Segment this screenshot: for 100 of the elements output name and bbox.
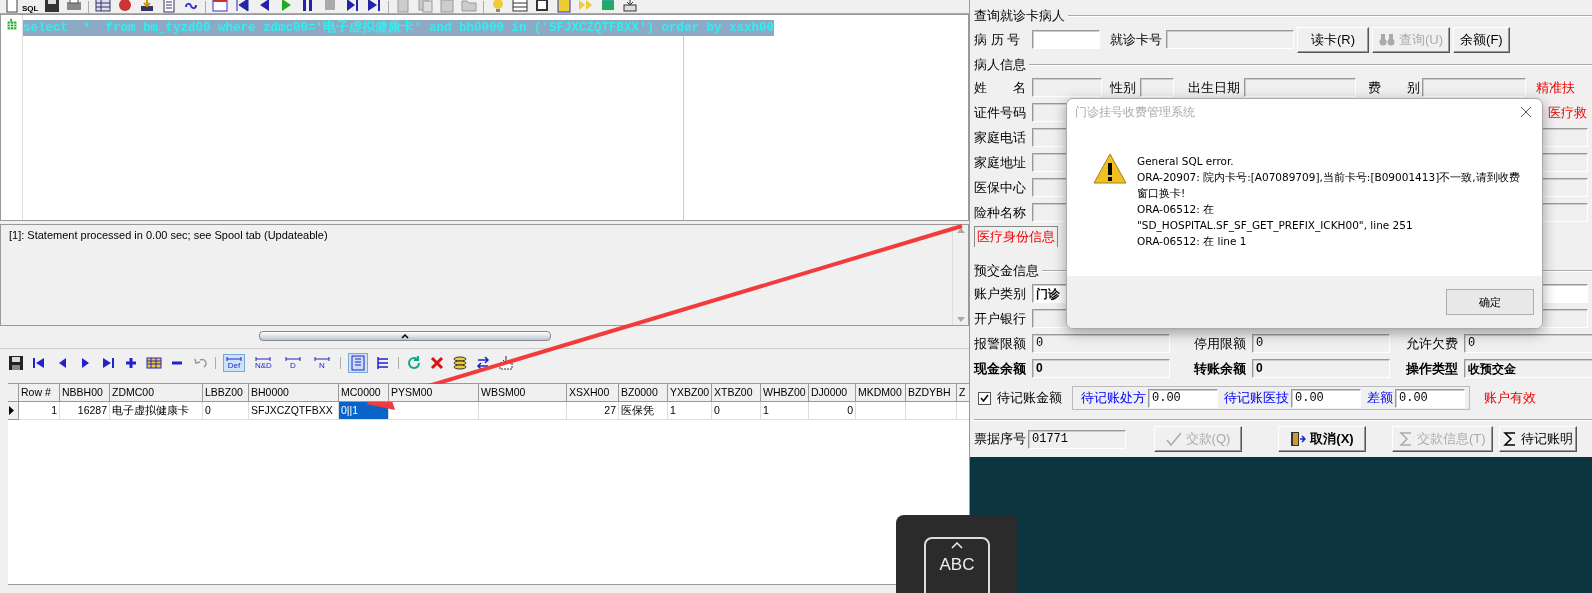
text-field[interactable] (1032, 78, 1102, 97)
ok-button[interactable]: 确定 (1446, 289, 1534, 315)
swap-icon[interactable] (474, 355, 491, 371)
last-icon[interactable] (366, 0, 383, 13)
filter-button[interactable]: Def (223, 354, 245, 372)
grid-icon[interactable] (146, 355, 162, 371)
column-header[interactable]: BZ0000 (619, 384, 668, 402)
splitter-handle[interactable] (258, 331, 551, 341)
action-button[interactable]: 待记账明 (1498, 426, 1577, 452)
text-field[interactable]: 0 (1252, 359, 1390, 378)
text-field[interactable]: 0 (1464, 334, 1592, 353)
text-field[interactable] (1422, 78, 1526, 97)
check-icon (1165, 432, 1182, 446)
grid-icon[interactable] (95, 0, 112, 13)
text-field[interactable] (1140, 78, 1174, 97)
field-label: 家庭地址 (974, 153, 1027, 172)
table-cell[interactable] (906, 402, 957, 420)
column-header[interactable]: XTBZ00 (712, 384, 761, 402)
column-header[interactable]: NBBH00 (60, 384, 110, 402)
print-icon[interactable] (66, 0, 83, 13)
text-field[interactable]: 01771 (1028, 429, 1126, 449)
tab[interactable]: 医疗身份信息 (974, 225, 1058, 247)
column-header[interactable]: YXBZ00 (668, 384, 712, 402)
column-header[interactable]: PYSM00 (389, 384, 479, 402)
last-icon[interactable] (100, 355, 116, 371)
action-button[interactable]: 余额(F) (1453, 26, 1510, 53)
current-row-icon (8, 406, 14, 415)
error-icon[interactable] (117, 0, 134, 13)
text-field[interactable]: 0 (1032, 334, 1170, 353)
column-header[interactable]: Row # (19, 384, 60, 402)
columns-icon[interactable] (349, 355, 366, 371)
table-cell[interactable]: 16287 (60, 402, 110, 420)
filter-button[interactable]: N (310, 354, 333, 372)
text-field[interactable]: 0 (1252, 334, 1390, 353)
column-header[interactable]: DJ0000 (809, 384, 856, 402)
checkbox[interactable] (978, 391, 991, 405)
table-cell[interactable]: 1 (19, 402, 60, 420)
error-message-line: ORA-06512: 在 line 1 (1137, 234, 1247, 249)
delete-icon[interactable] (428, 355, 445, 371)
table-icon[interactable] (512, 0, 529, 13)
error-message-line: ORA-20907: 院内卡号:[A07089709],当前卡号:[B09001413]不一致,请到收费 (1137, 170, 1520, 185)
row-indicator[interactable] (8, 402, 19, 420)
column-header[interactable]: MKDM00 (856, 384, 906, 402)
table-cell[interactable]: 1 (668, 402, 712, 420)
table-cell[interactable]: 0 (712, 402, 761, 420)
filter-button[interactable]: D (281, 354, 304, 372)
field-label: 病 历 号 (974, 30, 1022, 49)
first-icon[interactable] (234, 0, 251, 13)
field-label: 操作类型 (1406, 359, 1459, 378)
refresh-icon[interactable] (405, 355, 422, 371)
field-label: 报警限额 (974, 334, 1027, 353)
action-button[interactable]: 取消(X) (1278, 426, 1366, 452)
column-header[interactable]: BH0000 (249, 384, 339, 402)
action-button[interactable]: 读卡(R) (1297, 26, 1369, 53)
field-label: 证件号码 (974, 103, 1027, 122)
text-field[interactable]: 收预交金 (1464, 359, 1592, 378)
column-header[interactable]: LBBZ00 (203, 384, 249, 402)
save-icon[interactable] (8, 355, 24, 371)
stack-icon[interactable] (451, 355, 468, 371)
column-header[interactable]: ZDMC00 (110, 384, 203, 402)
text-field[interactable] (1244, 78, 1356, 97)
table-cell[interactable] (856, 402, 906, 420)
table-cell[interactable]: 医保凭 (619, 402, 668, 420)
close-icon[interactable] (1520, 106, 1532, 118)
filter-button[interactable]: N&D (252, 354, 275, 372)
column-header[interactable]: XSXH00 (567, 384, 619, 402)
table-cell[interactable]: 27 (567, 402, 619, 420)
scroll-up-icon[interactable] (956, 228, 965, 233)
column-header[interactable]: WHBZ00 (761, 384, 809, 402)
column-header[interactable]: WBSM00 (479, 384, 567, 402)
caret-icon (951, 542, 963, 549)
field-label: 票据序号 (974, 430, 1027, 448)
list-icon[interactable] (161, 0, 178, 13)
text-field[interactable] (1032, 30, 1100, 49)
step-icon[interactable] (344, 0, 361, 13)
plus-icon[interactable] (123, 355, 139, 371)
table-cell[interactable] (479, 402, 567, 420)
tree-icon[interactable] (374, 355, 391, 371)
text-field[interactable] (1166, 30, 1294, 49)
text-field[interactable]: 0.00 (1291, 388, 1361, 408)
download-icon[interactable] (139, 0, 156, 13)
column-header[interactable]: BZDYBH (906, 384, 957, 402)
column-header[interactable]: MC0000 (339, 384, 389, 402)
table-cell[interactable]: 0 (809, 402, 856, 420)
status-message: [1]: Statement processed in 0.00 sec; see Spool tab (Updateable) (9, 229, 329, 241)
sql-button[interactable]: SQL (22, 5, 39, 13)
text-field[interactable]: 0.00 (1148, 388, 1218, 408)
binoculars-icon (1379, 32, 1395, 47)
text-field[interactable]: 0 (1032, 359, 1170, 378)
window-icon[interactable] (212, 0, 229, 13)
first-icon[interactable] (31, 355, 47, 371)
table-cell[interactable]: 0 (203, 402, 249, 420)
database-icon[interactable] (600, 0, 617, 13)
export-icon[interactable] (622, 0, 639, 13)
table-cell[interactable]: 电子虚拟健康卡 (110, 402, 203, 420)
field-label: 险种名称 (974, 203, 1027, 222)
column-header[interactable]: Z (957, 384, 969, 402)
table-cell[interactable]: 1 (761, 402, 809, 420)
save-icon[interactable] (44, 0, 61, 13)
text-field[interactable]: 0.00 (1395, 388, 1465, 408)
